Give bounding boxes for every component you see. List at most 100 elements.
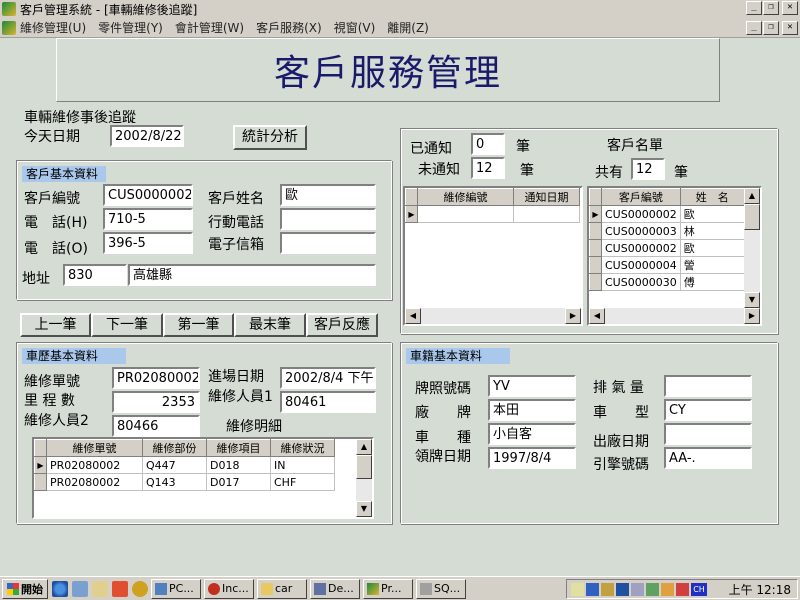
repair-detail-grid[interactable]: 維修單號 維修部份 維修項目 維修狀況 ▶ PR02080002 Q447 D0… [32,437,374,519]
vertical-scrollbar[interactable]: ▲ ▼ [356,439,372,517]
column-header[interactable]: 維修項目 [206,439,271,457]
menu-item-parts[interactable]: 零件管理(Y) [98,19,163,36]
table-cell[interactable]: D017 [206,473,271,491]
column-header[interactable]: 維修狀況 [270,439,335,457]
media-player-icon[interactable] [132,580,148,597]
scroll-thumb[interactable] [356,455,372,479]
engine-number-field[interactable]: AA-. [664,447,752,469]
menu-item-exit[interactable]: 離開(Z) [387,19,429,36]
tray-icon[interactable] [661,582,674,596]
table-cell[interactable]: D018 [206,456,271,474]
close-button[interactable]: ✕ [782,1,798,15]
table-cell[interactable]: CUS0000030 [601,273,681,291]
column-header[interactable]: 維修部份 [142,439,207,457]
repair-order-field[interactable]: PR02080002 [112,367,200,389]
table-cell[interactable]: 林 [679,222,745,240]
taskbar-item-pr[interactable]: Pr... [363,578,413,599]
table-row[interactable]: CUS0000003 林 [589,222,745,240]
customer-list-grid[interactable]: 客戶編號 姓 名 ▶ CUS0000002 歐 CUS0000003 林 CUS… [587,186,762,326]
prev-record-button[interactable]: 上一筆 [20,313,91,337]
table-cell[interactable]: Q143 [142,473,207,491]
table-cell[interactable]: 歐 [679,205,745,223]
entry-date-field[interactable]: 2002/8/4 下午 [280,367,376,389]
registration-date-field[interactable]: 1997/8/4 [488,447,576,469]
office-phone-field[interactable]: 396-5 [103,232,193,254]
taskbar-item-inc[interactable]: Inc... [204,578,254,599]
today-date-field[interactable]: 2002/8/22 [110,125,184,147]
unnotified-count-field[interactable]: 12 [471,157,505,179]
table-cell[interactable]: PR02080002 [46,456,143,474]
column-header[interactable]: 姓 名 [679,188,745,206]
mail-icon[interactable] [112,580,128,597]
tray-icon[interactable] [601,582,614,596]
show-desktop-icon[interactable] [92,580,108,597]
ime-indicator[interactable]: CH [691,582,707,596]
column-header[interactable]: 通知日期 [513,188,580,206]
volume-icon[interactable] [571,582,584,596]
taskbar-item-car[interactable]: car [257,578,307,599]
table-cell[interactable] [417,205,514,223]
table-cell[interactable]: CUS0000003 [601,222,681,240]
zip-code-field[interactable]: 830 [63,264,127,286]
repair-notify-grid[interactable]: 維修編號 通知日期 ▶ ◀ ▶ [403,186,583,326]
horizontal-scrollbar[interactable]: ◀ ▶ [589,308,760,324]
column-header[interactable]: 維修編號 [417,188,514,206]
technician2-field[interactable]: 80466 [112,415,200,437]
brand-field[interactable]: 本田 [488,399,576,421]
vehicle-type-field[interactable]: 小自客 [488,423,576,445]
model-field[interactable]: CY [664,399,752,421]
minimize-button[interactable]: _ [746,1,762,15]
scroll-thumb[interactable] [744,204,760,230]
tray-icon[interactable] [676,582,689,596]
column-header[interactable]: 維修單號 [46,439,143,457]
taskbar-item-de[interactable]: De... [310,578,360,599]
tray-icon[interactable] [631,582,644,596]
table-row[interactable]: CUS0000004 謍 [589,256,745,274]
taskbar-item-pc[interactable]: PC... [151,578,201,599]
table-cell[interactable]: CHF [270,473,335,491]
table-cell[interactable]: 傅 [679,273,745,291]
table-cell[interactable]: Q447 [142,456,207,474]
scroll-up-arrow-icon[interactable]: ▲ [744,188,760,204]
table-row[interactable]: CUS0000030 傅 [589,273,745,291]
scroll-right-arrow-icon[interactable]: ▶ [744,308,760,324]
table-cell[interactable] [513,205,580,223]
email-field[interactable] [280,232,376,254]
customer-id-field[interactable]: CUS0000002 [103,184,193,206]
table-cell[interactable]: 歐 [679,239,745,257]
menu-item-customer-service[interactable]: 客戶服務(X) [256,19,322,36]
address-field[interactable]: 高雄縣 [128,264,376,286]
taskbar-item-sq[interactable]: SQ... [416,578,466,599]
child-close-button[interactable]: ✕ [782,21,798,35]
technician1-field[interactable]: 80461 [280,391,376,413]
tray-icon[interactable] [646,582,659,596]
total-count-field[interactable]: 12 [631,158,665,180]
table-row[interactable]: PR02080002 Q143 D017 CHF [34,473,335,491]
outlook-express-icon[interactable] [72,580,88,597]
first-record-button[interactable]: 第一筆 [163,313,234,337]
customer-name-field[interactable]: 歐 [280,184,376,206]
menu-item-repair[interactable]: 維修管理(U) [20,19,86,36]
child-restore-button[interactable]: ❐ [763,21,779,35]
scroll-left-arrow-icon[interactable]: ◀ [405,308,421,324]
stats-analysis-button[interactable]: 統計分析 [233,125,307,150]
menu-item-window[interactable]: 視窗(V) [334,19,376,36]
table-row[interactable]: ▶ CUS0000002 歐 [589,205,745,223]
table-row[interactable]: ▶ [405,205,580,223]
scroll-right-arrow-icon[interactable]: ▶ [565,308,581,324]
table-cell[interactable]: CUS0000004 [601,256,681,274]
column-header[interactable]: 客戶編號 [601,188,681,206]
network-icon[interactable] [586,582,599,596]
customer-feedback-button[interactable]: 客戶反應 [306,313,378,337]
tray-icon[interactable] [616,582,629,596]
child-minimize-button[interactable]: _ [746,21,762,35]
start-button[interactable]: 開始 [2,578,48,599]
horizontal-scrollbar[interactable]: ◀ ▶ [405,308,581,324]
mileage-field[interactable]: 2353 [112,391,200,413]
home-phone-field[interactable]: 710-5 [103,208,193,230]
table-cell[interactable]: IN [270,456,335,474]
table-cell[interactable]: CUS0000002 [601,205,681,223]
notified-count-field[interactable]: 0 [471,133,505,155]
table-row[interactable]: CUS0000002 歐 [589,239,745,257]
next-record-button[interactable]: 下一筆 [91,313,163,337]
